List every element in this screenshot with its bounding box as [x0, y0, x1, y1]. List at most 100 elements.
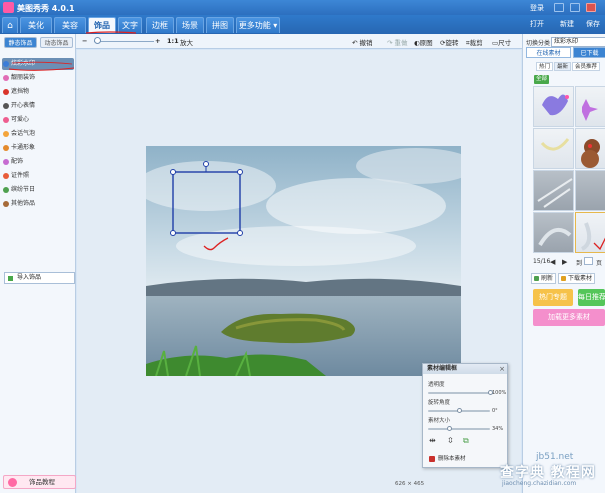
close-icon[interactable]: × [499, 364, 505, 374]
tab-collage[interactable]: 拼图 [206, 17, 234, 33]
watermark-line-3: jiaocheng.chazidian.com [502, 480, 577, 487]
zoom-out-icon[interactable]: − [82, 37, 87, 45]
category-icon [3, 117, 9, 123]
category-item[interactable]: 遮挡物 [2, 86, 74, 98]
tab-border[interactable]: 边框 [146, 17, 174, 33]
material-thumb[interactable] [575, 128, 605, 169]
tab-downloaded-materials[interactable]: 已下载 [573, 47, 605, 58]
category-label: 缤纷节日 [11, 186, 36, 193]
maximize-icon[interactable] [570, 3, 580, 12]
status-bar: 626 × 465 [77, 477, 521, 493]
category-item[interactable]: 配饰 [2, 156, 74, 168]
login-link[interactable]: 登录 [530, 3, 544, 13]
tab-animated-accessories[interactable]: 动态饰品 [40, 37, 73, 48]
pager-text: 15/16 [533, 258, 551, 265]
category-item[interactable]: 可爱心 [2, 114, 74, 126]
copy-material-icon[interactable]: ⧉ [463, 436, 469, 446]
tab-beauty[interactable]: 美容 [54, 17, 86, 33]
save-button[interactable]: 保存 [586, 19, 600, 29]
next-page-icon[interactable]: ▶ [562, 258, 567, 266]
minimize-icon[interactable] [554, 3, 564, 12]
pager-page-label: 页 [596, 260, 603, 267]
undo-button[interactable]: ↶ 撤销 [352, 37, 373, 47]
close-icon[interactable] [586, 3, 596, 12]
material-thumb[interactable] [533, 212, 574, 253]
material-thumb[interactable] [533, 86, 574, 127]
download-materials-button[interactable]: 下载素材 [558, 273, 596, 284]
category-icon [3, 103, 9, 109]
accessory-category-panel: 静态饰品 动态饰品 炫彩水印 靓丽装饰 遮挡物 开心表情 可爱心 会话气泡 卡通形象 配饰 证件… [0, 34, 76, 493]
tag-all[interactable]: 全部 [534, 75, 550, 84]
subtab-vip[interactable]: 会员推荐 [572, 62, 601, 71]
category-icon [3, 75, 9, 81]
category-icon [3, 173, 9, 179]
tab-static-accessories[interactable]: 静态饰品 [4, 37, 37, 48]
material-thumb[interactable] [575, 86, 605, 127]
zoom-in-icon[interactable]: + [155, 37, 160, 45]
category-icon [3, 89, 9, 95]
material-selection-box[interactable] [164, 158, 254, 258]
watermark-line-2: 查字典 教程网 [500, 465, 596, 481]
rotation-slider-knob[interactable] [456, 408, 462, 413]
category-highlight-annotation [8, 61, 75, 71]
category-select[interactable]: 炫彩水印 [551, 37, 605, 47]
category-icon [3, 131, 9, 137]
page-input[interactable] [584, 257, 593, 265]
accessory-tutorial-button[interactable]: 饰品教程 [3, 475, 76, 489]
delete-material-button[interactable]: 删除本素材 [428, 454, 488, 464]
subtab-hot[interactable]: 热门 [536, 62, 554, 71]
refresh-button[interactable]: 刷新 [531, 273, 557, 284]
category-item[interactable]: 会话气泡 [2, 128, 74, 140]
size-slider-knob[interactable] [446, 426, 452, 431]
tab-scene[interactable]: 场景 [176, 17, 204, 33]
import-accessory-button[interactable]: 导入饰品 [4, 272, 75, 284]
category-label: 配饰 [11, 158, 24, 165]
category-item[interactable]: 开心表情 [2, 100, 74, 112]
material-thumb[interactable] [575, 170, 605, 211]
zoom-ratio[interactable]: 1:1 [167, 37, 179, 45]
size-label: 素材大小 [428, 418, 451, 424]
new-button[interactable]: 新建 [560, 19, 574, 29]
tab-more[interactable]: 更多功能 ▾ [236, 17, 280, 33]
tab-home[interactable]: ⌂ [2, 17, 18, 33]
app-title: 美图秀秀 4.0.1 [17, 4, 75, 13]
zoom-enlarge-button[interactable]: 放大 [180, 37, 193, 47]
crop-button[interactable]: ⌗裁剪 [466, 37, 483, 48]
category-icon [3, 201, 9, 207]
category-item[interactable]: 证件照 [2, 170, 74, 182]
tab-online-materials[interactable]: 在线素材 [526, 47, 571, 58]
app-logo-icon [3, 2, 14, 13]
zoom-slider-knob[interactable] [94, 37, 101, 44]
rotate-button[interactable]: ⟳旋转 [440, 37, 458, 47]
original-button[interactable]: ◐原图 [414, 37, 433, 47]
rotation-value: 0° [492, 408, 498, 414]
redo-button[interactable]: ↷ 重做 [387, 37, 408, 47]
material-editor-dialog: 素材编辑框 × 透明度 100% 旋转角度 0° 素材大小 34% ⇹ ⇳ ⧉ … [422, 363, 508, 468]
opacity-slider[interactable] [428, 392, 490, 394]
category-icon [3, 159, 9, 165]
size-button[interactable]: ▭尺寸 [492, 37, 511, 47]
refresh-icon [534, 276, 539, 281]
open-button[interactable]: 打开 [530, 19, 544, 29]
subtab-newest[interactable]: 最新 [554, 62, 572, 71]
category-label: 开心表情 [11, 102, 36, 109]
flip-horizontal-icon[interactable]: ⇹ [429, 436, 436, 445]
size-slider[interactable] [428, 428, 490, 430]
prev-page-icon[interactable]: ◀ [550, 258, 555, 266]
material-thumb[interactable] [533, 128, 574, 169]
category-item[interactable]: 其他饰品 [2, 198, 74, 210]
tab-beautify[interactable]: 美化 [20, 17, 52, 33]
load-more-button[interactable]: 加载更多素材 [533, 309, 605, 326]
category-label: 切换分类 [526, 40, 551, 47]
category-label: 其他饰品 [11, 200, 36, 207]
image-size-readout: 626 × 465 [395, 481, 425, 487]
daily-pick-button[interactable]: 每日推荐 [578, 289, 605, 306]
material-thumb[interactable] [533, 170, 574, 211]
flip-vertical-icon[interactable]: ⇳ [447, 436, 454, 445]
zoom-slider[interactable] [94, 41, 154, 42]
category-item[interactable]: 缤纷节日 [2, 184, 74, 196]
category-item[interactable]: 卡通形象 [2, 142, 74, 154]
material-thumb-selected[interactable] [575, 212, 605, 253]
title-bar: 美图秀秀 4.0.1 登录 [0, 0, 605, 15]
hot-topics-button[interactable]: 热门专题 [533, 289, 573, 306]
